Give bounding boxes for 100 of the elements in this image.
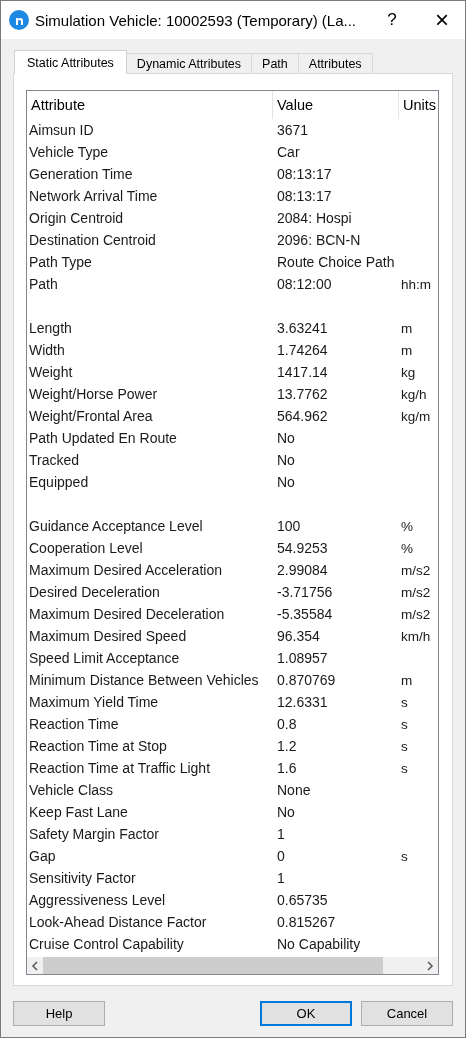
table-cell-text: Desired Deceleration [28, 584, 161, 600]
table-cell-text: Weight/Frontal Area [28, 408, 154, 424]
table-cell-text: Maximum Desired Acceleration [28, 562, 223, 578]
dialog-button[interactable]: OK [260, 1001, 352, 1026]
table-cell-text: 08:12:00 [276, 276, 333, 292]
table-cell-text: 3671 [276, 122, 310, 138]
table-cell-text: Vehicle Class [28, 782, 115, 798]
table-cell-text: Equipped [28, 474, 90, 490]
table-cell-text: Origin Centroid [28, 210, 125, 226]
scroll-left-icon[interactable] [31, 960, 39, 971]
table-cell-text: 96.354 [276, 628, 321, 644]
dialog-button[interactable]: Help [13, 1001, 105, 1026]
table-cell-text: 2084: Hospi [276, 210, 353, 226]
close-button[interactable]: × [419, 1, 465, 39]
table-cell-text: 3.63241 [276, 320, 329, 336]
table-cell-text: % [400, 540, 414, 556]
column-header[interactable]: Value [273, 91, 399, 119]
table-cell-text: s [400, 694, 409, 710]
table-cell-text: Maximum Yield Time [28, 694, 160, 710]
table-cell-text: Guidance Acceptance Level [28, 518, 204, 534]
table-cell-text: Gap [28, 848, 57, 864]
table-cell-text: 1.08957 [276, 650, 329, 666]
table-cell-text: m/s2 [400, 606, 432, 622]
table-cell-text: 1.2 [276, 738, 298, 754]
table-cell-text: Width [28, 342, 66, 358]
table-cell-text: Car [276, 144, 301, 160]
table-cell-text: Sensitivity Factor [28, 870, 137, 886]
table-cell-text: Maximum Desired Deceleration [28, 606, 226, 622]
table-cell-text: Speed Limit Acceptance [28, 650, 181, 666]
table-cell-text: m [400, 320, 414, 336]
table-cell-text: 0.65735 [276, 892, 329, 908]
table-cell-text: Minimum Distance Between Vehicles [28, 672, 260, 688]
table-cell-text: s [400, 738, 409, 754]
column-header[interactable]: Attribute [27, 91, 273, 119]
table-cell-text: 0.8 [276, 716, 298, 732]
column-header[interactable]: Units [399, 91, 437, 119]
table-cell-text: 08:13:17 [276, 188, 333, 204]
table-cell-text: Route Choice Path [276, 254, 396, 270]
table-cell-text: 1.74264 [276, 342, 329, 358]
table-cell-text: 12.6331 [276, 694, 329, 710]
table-cell-text: No Capability [276, 936, 362, 952]
table-cell-text: 1.6 [276, 760, 298, 776]
table-cell-text: 0.870769 [276, 672, 337, 688]
table-cell-text: 100 [276, 518, 302, 534]
table-cell-text: % [400, 518, 414, 534]
table-cell-text: Length [28, 320, 73, 336]
help-button[interactable]: ? [369, 1, 415, 39]
table-cell-text: 1 [276, 870, 286, 886]
table-cell-text: Tracked [28, 452, 81, 468]
table-cell-text: No [276, 452, 296, 468]
table-cell-text: Cruise Control Capability [28, 936, 185, 952]
table-cell-text: 13.7762 [276, 386, 329, 402]
table-cell-text: m/s2 [400, 584, 432, 600]
table-cell-text: km/h [400, 628, 432, 644]
table-cell-text: 564.962 [276, 408, 329, 424]
table-cell-text: Generation Time [28, 166, 134, 182]
table-cell-text: hh:m [400, 276, 432, 292]
table-cell-text: Network Arrival Time [28, 188, 159, 204]
table-cell-text: m/s2 [400, 562, 432, 578]
table-cell-text: 08:13:17 [276, 166, 333, 182]
scrollbar-thumb[interactable] [43, 957, 383, 974]
table-cell-text: Cooperation Level [28, 540, 144, 556]
tab[interactable]: Attributes [297, 53, 373, 73]
tab[interactable]: Static Attributes [14, 50, 127, 74]
horizontal-scrollbar[interactable] [27, 957, 438, 974]
table-cell-text: Path Type [28, 254, 93, 270]
table-cell-text: Aggressiveness Level [28, 892, 167, 908]
table-cell-text: Look-Ahead Distance Factor [28, 914, 208, 930]
scroll-right-icon[interactable] [426, 960, 434, 971]
tab[interactable]: Dynamic Attributes [125, 53, 253, 73]
table-cell-text: s [400, 848, 409, 864]
table-cell-text: Path [28, 276, 59, 292]
table-cell-text: 54.9253 [276, 540, 329, 556]
table-cell-text: Vehicle Type [28, 144, 110, 160]
table-cell-text: 0.815267 [276, 914, 337, 930]
table-cell-text: None [276, 782, 312, 798]
table-cell-text: m [400, 342, 414, 358]
app-logo-icon [9, 10, 29, 30]
table-cell-text: Aimsun ID [28, 122, 95, 138]
table-cell-text: Reaction Time at Traffic Light [28, 760, 212, 776]
table-cell-text: No [276, 474, 296, 490]
table-cell-text: Safety Margin Factor [28, 826, 160, 842]
table-cell-text: kg [400, 364, 417, 380]
table-cell-text: kg/m [400, 408, 432, 424]
table-cell-text: -5.35584 [276, 606, 334, 622]
table-cell-text: Weight [28, 364, 74, 380]
table-cell-text: Keep Fast Lane [28, 804, 129, 820]
table-cell-text: Path Updated En Route [28, 430, 178, 446]
window-title: Simulation Vehicle: 10002593 (Temporary) (La... [35, 11, 357, 29]
table-cell-text: -3.71756 [276, 584, 334, 600]
table-cell-text: 1417.14 [276, 364, 329, 380]
table-cell-text: 2.99084 [276, 562, 329, 578]
table-cell-text: 1 [276, 826, 286, 842]
dialog-button[interactable]: Cancel [361, 1001, 453, 1026]
table-cell-text: Reaction Time [28, 716, 120, 732]
table-cell-text: No [276, 804, 296, 820]
table-cell-text: Weight/Horse Power [28, 386, 159, 402]
table-cell-text: s [400, 760, 409, 776]
table-cell-text: m [400, 672, 414, 688]
table-cell-text: No [276, 430, 296, 446]
